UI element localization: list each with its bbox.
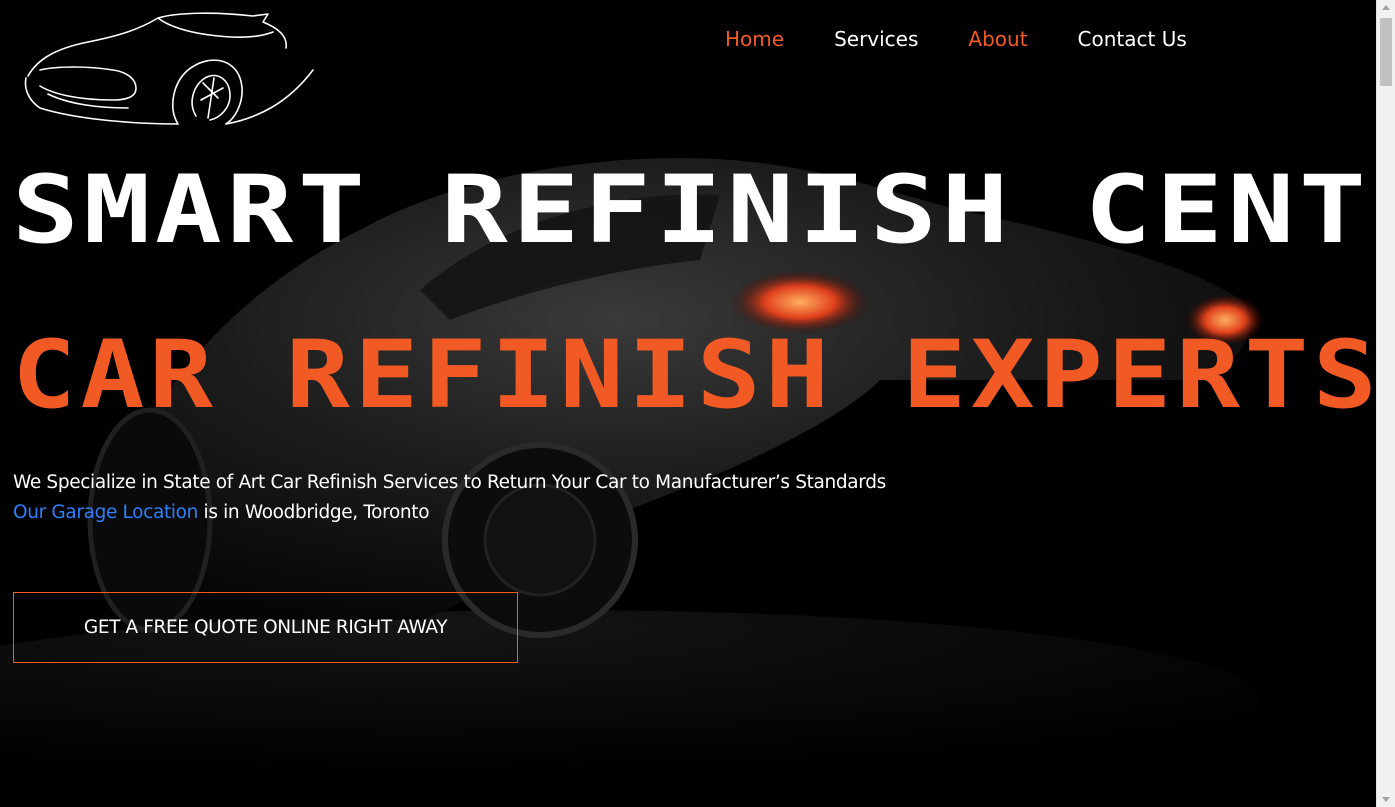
main-nav: Home Services About Contact Us [700,25,1212,53]
hero-description-block: We Specialize in State of Art Car Refini… [13,468,886,528]
free-quote-button[interactable]: GET A FREE QUOTE ONLINE RIGHT AWAY [13,592,518,663]
scroll-down-arrow-icon[interactable] [1382,797,1390,802]
hero-description: We Specialize in State of Art Car Refini… [13,472,886,493]
scrollbar-thumb[interactable] [1380,18,1392,86]
scroll-up-arrow-icon[interactable] [1382,5,1390,10]
hero-location-text: is in Woodbridge, Toronto [198,502,430,523]
hero-title: SMART REFINISH CENTER [12,156,1376,265]
page-scrollbar[interactable] [1376,0,1395,807]
hero-subtitle: CAR REFINISH EXPERTS [12,321,1376,430]
garage-location-link[interactable]: Our Garage Location [13,502,198,523]
hero-location-line: Our Garage Location is in Woodbridge, To… [13,498,886,528]
hero-section: Home Services About Contact Us SMART REF… [0,0,1376,807]
nav-item-contact-us[interactable]: Contact Us [1053,25,1212,53]
car-outline-logo[interactable] [18,8,318,133]
nav-item-services[interactable]: Services [809,25,943,53]
nav-item-home[interactable]: Home [700,25,809,53]
nav-item-about[interactable]: About [943,25,1052,53]
